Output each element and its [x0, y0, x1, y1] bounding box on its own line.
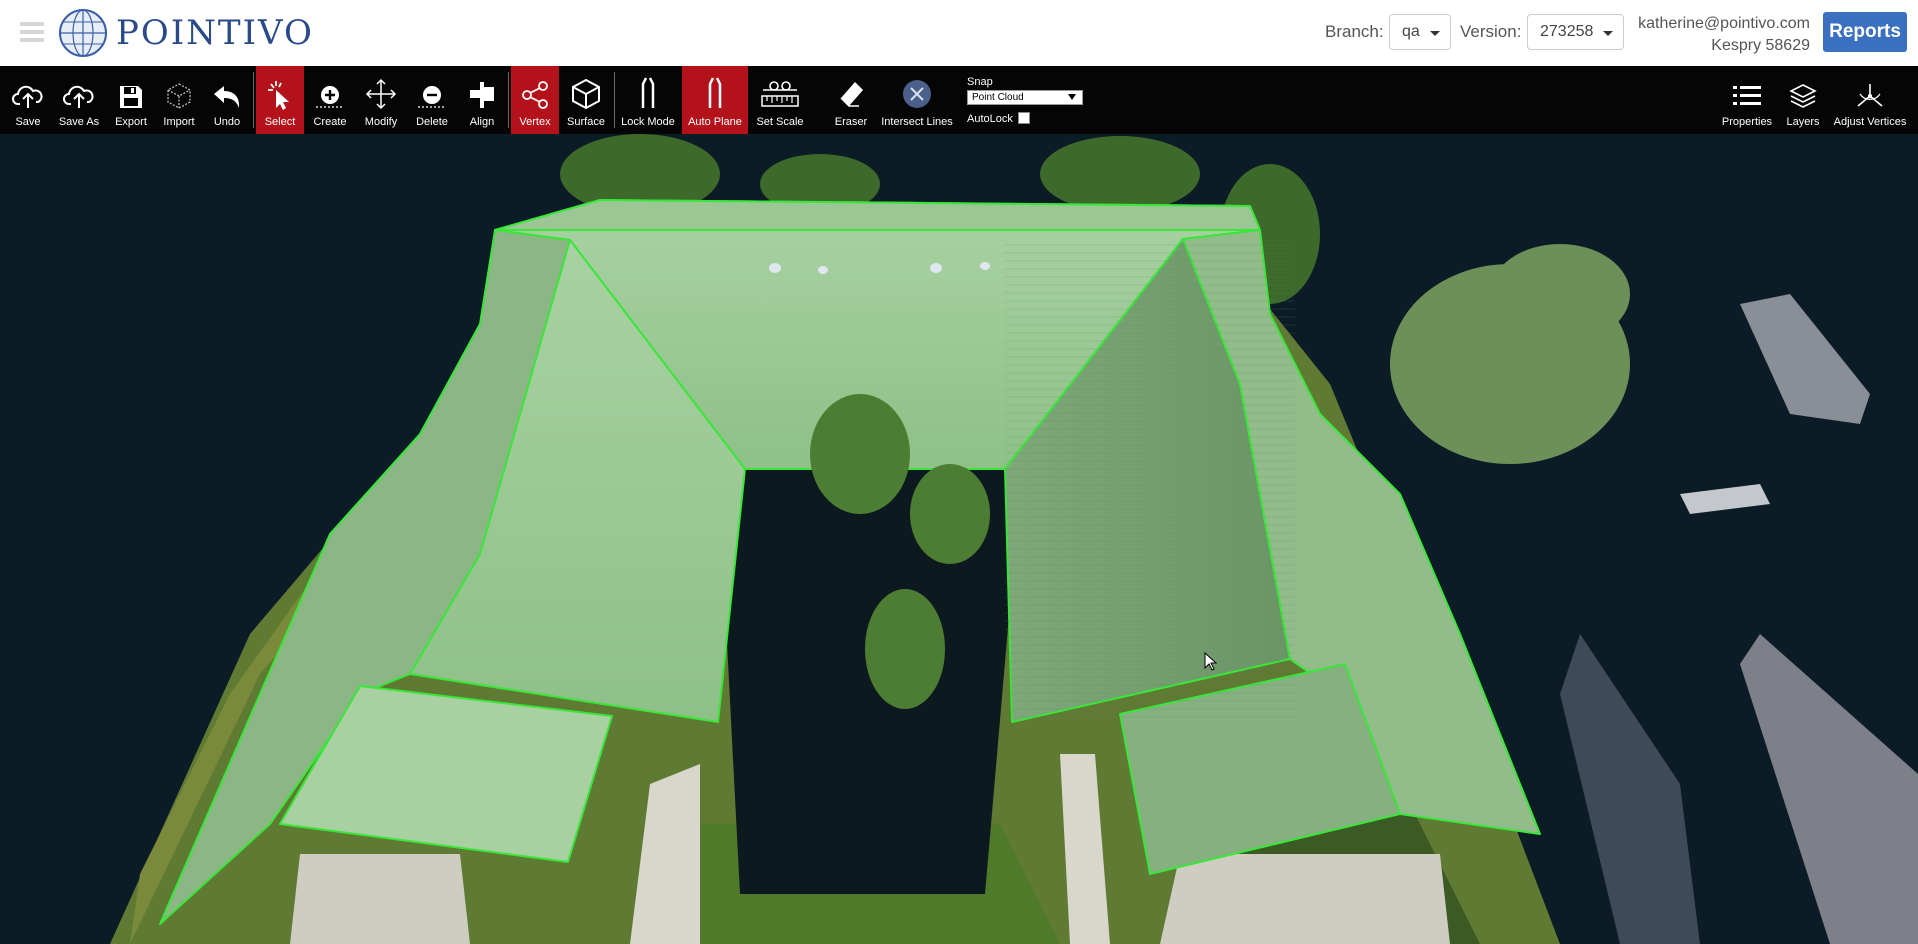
app-header: POINTIVO Branch: qa Version: 273258 kath…	[0, 0, 1918, 66]
create-label: Create	[313, 116, 347, 128]
auto-plane-label: Auto Plane	[688, 116, 742, 128]
delete-button[interactable]: Delete	[411, 66, 453, 134]
dropdown-arrow-icon	[1068, 94, 1076, 100]
mouse-cursor-icon	[1204, 652, 1218, 671]
layers-button[interactable]: Layers	[1782, 66, 1824, 134]
toolbar-divider	[253, 72, 254, 128]
select-label: Select	[264, 116, 296, 128]
properties-label: Properties	[1721, 116, 1773, 128]
branch-label: Branch:	[1325, 22, 1384, 41]
app-logo: POINTIVO	[58, 8, 314, 58]
share-nodes-icon	[522, 81, 548, 109]
globe-icon	[59, 9, 107, 57]
eraser-label: Eraser	[834, 116, 868, 128]
adjust-vertices-button[interactable]: Adjust Vertices	[1832, 66, 1908, 134]
user-info: katherine@pointivo.com Kespry 58629	[1638, 13, 1810, 57]
save-as-button[interactable]: Save As	[55, 66, 103, 134]
branch-select[interactable]: qa	[1389, 14, 1451, 50]
layers-icon	[1789, 84, 1817, 108]
export-label: Export	[115, 116, 147, 128]
set-scale-button[interactable]: Set Scale	[753, 66, 807, 134]
lock-plane-icon	[641, 77, 655, 108]
snap-value: Point Cloud	[972, 92, 1024, 103]
minus-circle-icon	[418, 86, 446, 108]
intersect-x-icon	[903, 80, 931, 108]
cloud-upload-icon	[63, 85, 94, 108]
main-toolbar: Save Save As Export Import Undo Select C…	[0, 66, 1918, 134]
delete-label: Delete	[416, 116, 448, 128]
lock-mode-button[interactable]: Lock Mode	[618, 66, 678, 134]
properties-button[interactable]: Properties	[1720, 66, 1774, 134]
import-label: Import	[163, 116, 195, 128]
cloud-upload-icon	[12, 85, 43, 108]
cube-icon	[572, 78, 600, 110]
chevron-down-icon	[1430, 31, 1440, 36]
select-button[interactable]: Select	[256, 66, 304, 134]
toolbar-divider	[508, 72, 509, 128]
modify-label: Modify	[364, 116, 398, 128]
point-cloud-scene[interactable]	[0, 134, 1918, 944]
list-icon	[1733, 86, 1761, 105]
align-button[interactable]: Align	[462, 66, 502, 134]
project-name: Kespry 58629	[1711, 37, 1810, 54]
vertex-button[interactable]: Vertex	[511, 66, 559, 134]
version-label: Version:	[1460, 22, 1522, 41]
auto-plane-icon	[708, 77, 722, 108]
modify-button[interactable]: Modify	[358, 66, 404, 134]
eraser-button[interactable]: Eraser	[830, 66, 872, 134]
chevron-down-icon	[1603, 31, 1613, 36]
intersect-lines-button[interactable]: Intersect Lines	[880, 66, 954, 134]
auto-plane-button[interactable]: Auto Plane	[682, 66, 748, 134]
autolock-label: AutoLock	[967, 113, 1013, 125]
move-arrows-icon	[365, 78, 397, 110]
import-button[interactable]: Import	[160, 66, 198, 134]
logo-text: POINTIVO	[116, 13, 314, 53]
save-as-label: Save As	[58, 116, 100, 128]
user-email: katherine@pointivo.com	[1638, 15, 1810, 32]
autolock-checkbox[interactable]	[1018, 112, 1030, 124]
export-button[interactable]: Export	[110, 66, 152, 134]
version-value: 273258	[1540, 23, 1594, 40]
adjust-vertices-label: Adjust Vertices	[1833, 116, 1907, 128]
set-scale-label: Set Scale	[756, 116, 804, 128]
surface-button[interactable]: Surface	[564, 66, 608, 134]
floppy-disk-icon	[120, 86, 142, 108]
3d-viewport[interactable]	[0, 134, 1918, 944]
align-icon	[470, 82, 494, 108]
undo-label: Undo	[213, 116, 241, 128]
tripod-icon	[1857, 84, 1883, 107]
cursor-click-icon	[268, 81, 289, 110]
intersect-lines-label: Intersect Lines	[881, 116, 953, 128]
surface-label: Surface	[567, 116, 605, 128]
plus-circle-icon	[316, 86, 344, 108]
undo-arrow-icon	[214, 86, 240, 108]
save-button[interactable]: Save	[8, 66, 48, 134]
version-select[interactable]: 273258	[1527, 14, 1624, 50]
snap-select[interactable]: Point Cloud	[967, 90, 1083, 105]
undo-button[interactable]: Undo	[207, 66, 247, 134]
snap-title: Snap	[967, 76, 993, 88]
align-label: Align	[469, 116, 495, 128]
toolbar-divider	[614, 72, 615, 128]
hamburger-menu-icon[interactable]	[20, 22, 44, 42]
branch-value: qa	[1402, 23, 1420, 40]
vertex-label: Vertex	[519, 116, 551, 128]
eraser-icon	[840, 82, 863, 107]
wireframe-cube-icon	[167, 83, 191, 109]
lock-mode-label: Lock Mode	[621, 116, 675, 128]
ruler-icon	[761, 81, 799, 107]
layers-label: Layers	[1786, 116, 1820, 128]
save-label: Save	[15, 116, 41, 128]
reports-button[interactable]: Reports	[1823, 12, 1907, 52]
create-button[interactable]: Create	[310, 66, 350, 134]
